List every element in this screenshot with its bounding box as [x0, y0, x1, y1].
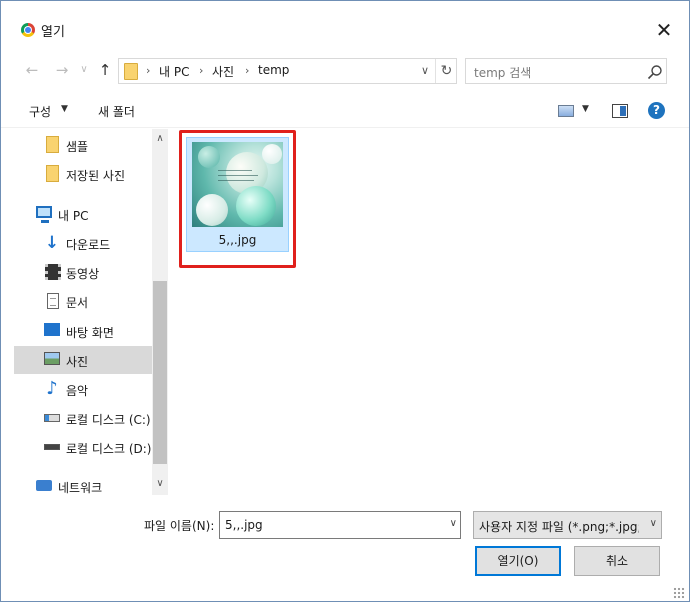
sidebar-item-label: 로컬 디스크 (D:)	[66, 442, 152, 456]
scroll-down-button[interactable]: ∨	[152, 476, 168, 492]
video-icon	[45, 264, 61, 280]
sidebar-item-label: 동영상	[66, 267, 100, 281]
up-button[interactable]: ↑	[94, 59, 116, 81]
search-input[interactable]: temp 검색	[465, 58, 667, 84]
preview-pane-icon[interactable]	[612, 104, 628, 118]
annotation-highlight-box	[179, 130, 296, 268]
scrollbar-thumb[interactable]	[153, 281, 167, 464]
sidebar-item-label: 로컬 디스크 (C:)	[66, 413, 151, 427]
breadcrumb-separator: ›	[245, 64, 250, 77]
chevron-down-icon[interactable]: ▼	[61, 104, 68, 114]
chrome-icon	[21, 23, 35, 37]
sidebar-item-local-disk-c[interactable]: 로컬 디스크 (C:)	[14, 404, 152, 432]
sidebar-item-pictures[interactable]: 사진	[14, 346, 152, 374]
change-view-icon[interactable]	[558, 105, 574, 117]
open-button[interactable]: 열기(O)	[475, 546, 561, 576]
resize-grip[interactable]	[673, 587, 685, 599]
computer-icon	[36, 206, 52, 223]
refresh-button[interactable]: ↻	[435, 59, 457, 83]
sidebar-item-label: 음악	[66, 384, 89, 398]
sidebar-item-music[interactable]: ♪ 음악	[14, 375, 152, 403]
sidebar-item-network[interactable]: 네트워크	[14, 472, 152, 495]
sidebar-item-label: 문서	[66, 296, 89, 310]
organize-button[interactable]: 구성	[29, 103, 51, 120]
sidebar-item-videos[interactable]: 동영상	[14, 258, 152, 286]
breadcrumb-pictures[interactable]: 사진	[212, 63, 234, 80]
dialog-title: 열기	[41, 25, 65, 40]
search-placeholder: temp 검색	[474, 66, 532, 80]
help-icon[interactable]: ?	[648, 102, 665, 119]
sidebar-item-downloads[interactable]: ↓ 다운로드	[14, 229, 152, 257]
folder-icon	[46, 136, 59, 153]
navigation-pane[interactable]: 샘플 저장된 사진 내 PC ↓ 다운로드 동영상 문서 바탕 화면 사진 ♪ …	[14, 129, 168, 495]
forward-button[interactable]: →	[51, 59, 73, 81]
sidebar-item-this-pc[interactable]: 내 PC	[14, 200, 152, 228]
scroll-up-button[interactable]: ∧	[152, 131, 168, 147]
sidebar-item-local-disk-d[interactable]: 로컬 디스크 (D:)	[14, 433, 152, 461]
music-icon: ♪	[46, 378, 58, 399]
breadcrumb-separator: ›	[146, 64, 151, 77]
sidebar-item-label: 다운로드	[66, 238, 111, 252]
folder-icon	[46, 165, 59, 182]
chevron-down-icon[interactable]: ∨	[650, 518, 657, 529]
new-folder-button[interactable]: 새 폴더	[98, 103, 135, 120]
file-type-select[interactable]: 사용자 지정 파일 (*.png;*.jpg;* ∨	[473, 511, 662, 539]
desktop-icon	[44, 323, 60, 336]
sidebar-item-samples[interactable]: 샘플	[14, 131, 152, 159]
file-name-field-label: 파일 이름(N):	[144, 519, 215, 533]
sidebar-item-documents[interactable]: 문서	[14, 287, 152, 315]
title-bar	[1, 1, 689, 31]
file-name-field[interactable]: 5,,.jpg ∨	[219, 511, 461, 539]
navigation-scrollbar[interactable]: ∧ ∨	[152, 129, 168, 495]
cancel-button[interactable]: 취소	[574, 546, 660, 576]
sidebar-item-label: 내 PC	[58, 209, 89, 223]
close-button[interactable]: ✕	[651, 17, 677, 43]
sidebar-item-label: 사진	[66, 355, 89, 369]
pictures-icon	[44, 352, 60, 365]
address-bar[interactable]: › 내 PC › 사진 › temp ∨ ↻	[118, 58, 457, 84]
sidebar-item-saved-pictures[interactable]: 저장된 사진	[14, 160, 152, 188]
command-bar: 구성 ▼ 새 폴더 ▼ ?	[1, 94, 689, 128]
file-name-value[interactable]: 5,,.jpg	[225, 518, 263, 532]
search-icon[interactable]	[647, 64, 663, 80]
folder-icon	[124, 63, 138, 80]
drive-icon	[44, 414, 60, 422]
sidebar-item-label: 저장된 사진	[66, 169, 126, 183]
sidebar-item-desktop[interactable]: 바탕 화면	[14, 317, 152, 345]
sidebar-item-label: 샘플	[66, 140, 89, 154]
network-icon	[36, 480, 52, 491]
breadcrumb-temp[interactable]: temp	[258, 63, 289, 77]
chevron-down-icon[interactable]: ∨	[450, 518, 457, 529]
document-icon	[47, 293, 59, 309]
view-options-chevron-icon[interactable]: ▼	[582, 104, 589, 114]
address-dropdown-button[interactable]: ∨	[417, 61, 433, 81]
sidebar-item-label: 네트워크	[58, 481, 103, 495]
recent-locations-button[interactable]: ∨	[73, 59, 95, 81]
back-button[interactable]: ←	[21, 59, 43, 81]
file-type-value: 사용자 지정 파일 (*.png;*.jpg;*	[479, 520, 639, 534]
breadcrumb-separator: ›	[199, 64, 204, 77]
open-file-dialog: 열기 ✕ ← → ∨ ↑ › 내 PC › 사진 › temp ∨ ↻ temp…	[0, 0, 690, 602]
breadcrumb-my-pc[interactable]: 내 PC	[159, 63, 189, 80]
download-icon: ↓	[44, 233, 60, 253]
sidebar-item-label: 바탕 화면	[66, 326, 114, 340]
drive-icon	[44, 444, 60, 450]
